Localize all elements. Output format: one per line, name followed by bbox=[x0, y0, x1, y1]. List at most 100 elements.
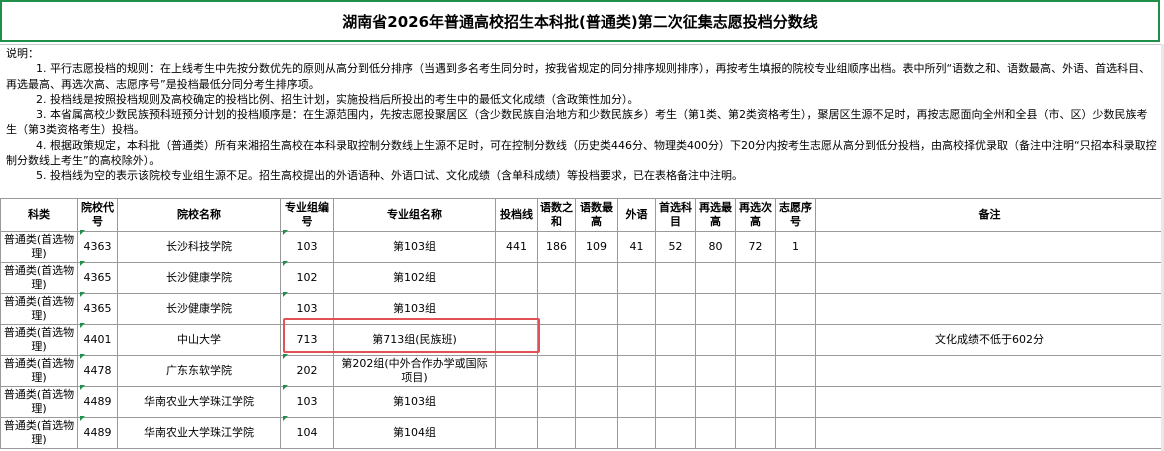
table-cell[interactable]: 普通类(首选物理) bbox=[0, 262, 78, 294]
table-cell[interactable] bbox=[695, 324, 736, 356]
table-cell[interactable] bbox=[735, 386, 776, 418]
table-cell[interactable]: 4363 bbox=[77, 231, 118, 263]
table-cell[interactable] bbox=[575, 324, 618, 356]
table-cell[interactable] bbox=[617, 262, 656, 294]
table-cell[interactable] bbox=[775, 417, 816, 449]
table-cell[interactable]: 普通类(首选物理) bbox=[0, 293, 78, 325]
table-cell[interactable]: 长沙科技学院 bbox=[117, 231, 281, 263]
table-cell[interactable] bbox=[655, 417, 696, 449]
table-cell[interactable] bbox=[815, 386, 1164, 418]
table-cell[interactable] bbox=[775, 386, 816, 418]
table-cell[interactable] bbox=[655, 324, 696, 356]
table-cell[interactable] bbox=[735, 262, 776, 294]
table-cell[interactable]: 华南农业大学珠江学院 bbox=[117, 386, 281, 418]
table-cell[interactable] bbox=[815, 355, 1164, 387]
table-cell[interactable] bbox=[655, 355, 696, 387]
table-cell[interactable] bbox=[695, 293, 736, 325]
table-cell[interactable] bbox=[537, 417, 576, 449]
table-cell[interactable] bbox=[537, 262, 576, 294]
table-cell[interactable]: 109 bbox=[575, 231, 618, 263]
table-cell[interactable]: 第202组(中外合作办学或国际项目) bbox=[333, 355, 496, 387]
table-cell[interactable]: 102 bbox=[280, 262, 334, 294]
table-cell[interactable]: 103 bbox=[280, 386, 334, 418]
table-cell[interactable]: 713 bbox=[280, 324, 334, 356]
table-cell[interactable]: 80 bbox=[695, 231, 736, 263]
header-cell[interactable]: 院校名称 bbox=[117, 198, 281, 232]
table-cell[interactable] bbox=[775, 324, 816, 356]
table-cell[interactable] bbox=[575, 262, 618, 294]
table-cell[interactable]: 第713组(民族班) bbox=[333, 324, 496, 356]
table-cell[interactable]: 72 bbox=[735, 231, 776, 263]
table-cell[interactable] bbox=[495, 355, 538, 387]
header-cell[interactable]: 语数之和 bbox=[537, 198, 576, 232]
table-cell[interactable] bbox=[495, 324, 538, 356]
table-cell[interactable] bbox=[575, 386, 618, 418]
table-cell[interactable]: 普通类(首选物理) bbox=[0, 355, 78, 387]
table-cell[interactable]: 中山大学 bbox=[117, 324, 281, 356]
header-cell[interactable]: 投档线 bbox=[495, 198, 538, 232]
table-cell[interactable]: 第103组 bbox=[333, 231, 496, 263]
header-cell[interactable]: 再选最高 bbox=[695, 198, 736, 232]
header-cell[interactable]: 院校代号 bbox=[77, 198, 118, 232]
table-cell[interactable]: 4365 bbox=[77, 293, 118, 325]
table-cell[interactable] bbox=[495, 386, 538, 418]
sheet-title[interactable]: 湖南省2026年普通高校招生本科批(普通类)第二次征集志愿投档分数线 bbox=[0, 0, 1160, 42]
table-cell[interactable]: 第104组 bbox=[333, 417, 496, 449]
table-cell[interactable] bbox=[815, 262, 1164, 294]
table-cell[interactable] bbox=[575, 293, 618, 325]
table-cell[interactable] bbox=[537, 324, 576, 356]
table-cell[interactable] bbox=[655, 293, 696, 325]
table-cell[interactable] bbox=[655, 262, 696, 294]
header-cell[interactable]: 专业组编号 bbox=[280, 198, 334, 232]
table-cell[interactable]: 441 bbox=[495, 231, 538, 263]
table-cell[interactable] bbox=[735, 293, 776, 325]
table-cell[interactable] bbox=[695, 386, 736, 418]
table-cell[interactable]: 文化成绩不低于602分 bbox=[815, 324, 1164, 356]
header-cell[interactable]: 专业组名称 bbox=[333, 198, 496, 232]
table-cell[interactable] bbox=[735, 324, 776, 356]
table-cell[interactable]: 4489 bbox=[77, 386, 118, 418]
table-cell[interactable] bbox=[617, 417, 656, 449]
table-cell[interactable]: 广东东软学院 bbox=[117, 355, 281, 387]
table-cell[interactable]: 104 bbox=[280, 417, 334, 449]
table-cell[interactable] bbox=[815, 293, 1164, 325]
table-cell[interactable] bbox=[537, 293, 576, 325]
table-cell[interactable] bbox=[617, 386, 656, 418]
table-cell[interactable]: 41 bbox=[617, 231, 656, 263]
header-cell[interactable]: 首选科目 bbox=[655, 198, 696, 232]
table-cell[interactable]: 186 bbox=[537, 231, 576, 263]
table-cell[interactable]: 202 bbox=[280, 355, 334, 387]
table-cell[interactable]: 普通类(首选物理) bbox=[0, 386, 78, 418]
table-cell[interactable] bbox=[617, 293, 656, 325]
header-cell[interactable]: 志愿序号 bbox=[775, 198, 816, 232]
table-cell[interactable]: 103 bbox=[280, 231, 334, 263]
table-cell[interactable] bbox=[815, 417, 1164, 449]
table-cell[interactable] bbox=[695, 417, 736, 449]
table-cell[interactable] bbox=[735, 417, 776, 449]
table-cell[interactable] bbox=[775, 262, 816, 294]
table-cell[interactable] bbox=[617, 355, 656, 387]
table-cell[interactable] bbox=[537, 386, 576, 418]
table-cell[interactable] bbox=[495, 262, 538, 294]
table-cell[interactable]: 第102组 bbox=[333, 262, 496, 294]
table-cell[interactable]: 长沙健康学院 bbox=[117, 293, 281, 325]
table-cell[interactable] bbox=[695, 262, 736, 294]
table-cell[interactable]: 长沙健康学院 bbox=[117, 262, 281, 294]
header-cell[interactable]: 科类 bbox=[0, 198, 78, 232]
table-cell[interactable] bbox=[537, 355, 576, 387]
table-cell[interactable] bbox=[495, 417, 538, 449]
table-cell[interactable]: 4401 bbox=[77, 324, 118, 356]
header-cell[interactable]: 备注 bbox=[815, 198, 1164, 232]
table-cell[interactable]: 第103组 bbox=[333, 293, 496, 325]
header-cell[interactable]: 外语 bbox=[617, 198, 656, 232]
table-cell[interactable]: 普通类(首选物理) bbox=[0, 231, 78, 263]
table-cell[interactable] bbox=[655, 386, 696, 418]
table-cell[interactable]: 4489 bbox=[77, 417, 118, 449]
table-cell[interactable]: 103 bbox=[280, 293, 334, 325]
table-cell[interactable] bbox=[735, 355, 776, 387]
table-cell[interactable] bbox=[815, 231, 1164, 263]
table-cell[interactable] bbox=[575, 417, 618, 449]
table-cell[interactable] bbox=[695, 355, 736, 387]
table-cell[interactable]: 普通类(首选物理) bbox=[0, 324, 78, 356]
notes-block[interactable]: 说明： 1. 平行志愿投档的规则：在上线考生中先按分数优先的原则从高分到低分排序… bbox=[0, 46, 1164, 197]
